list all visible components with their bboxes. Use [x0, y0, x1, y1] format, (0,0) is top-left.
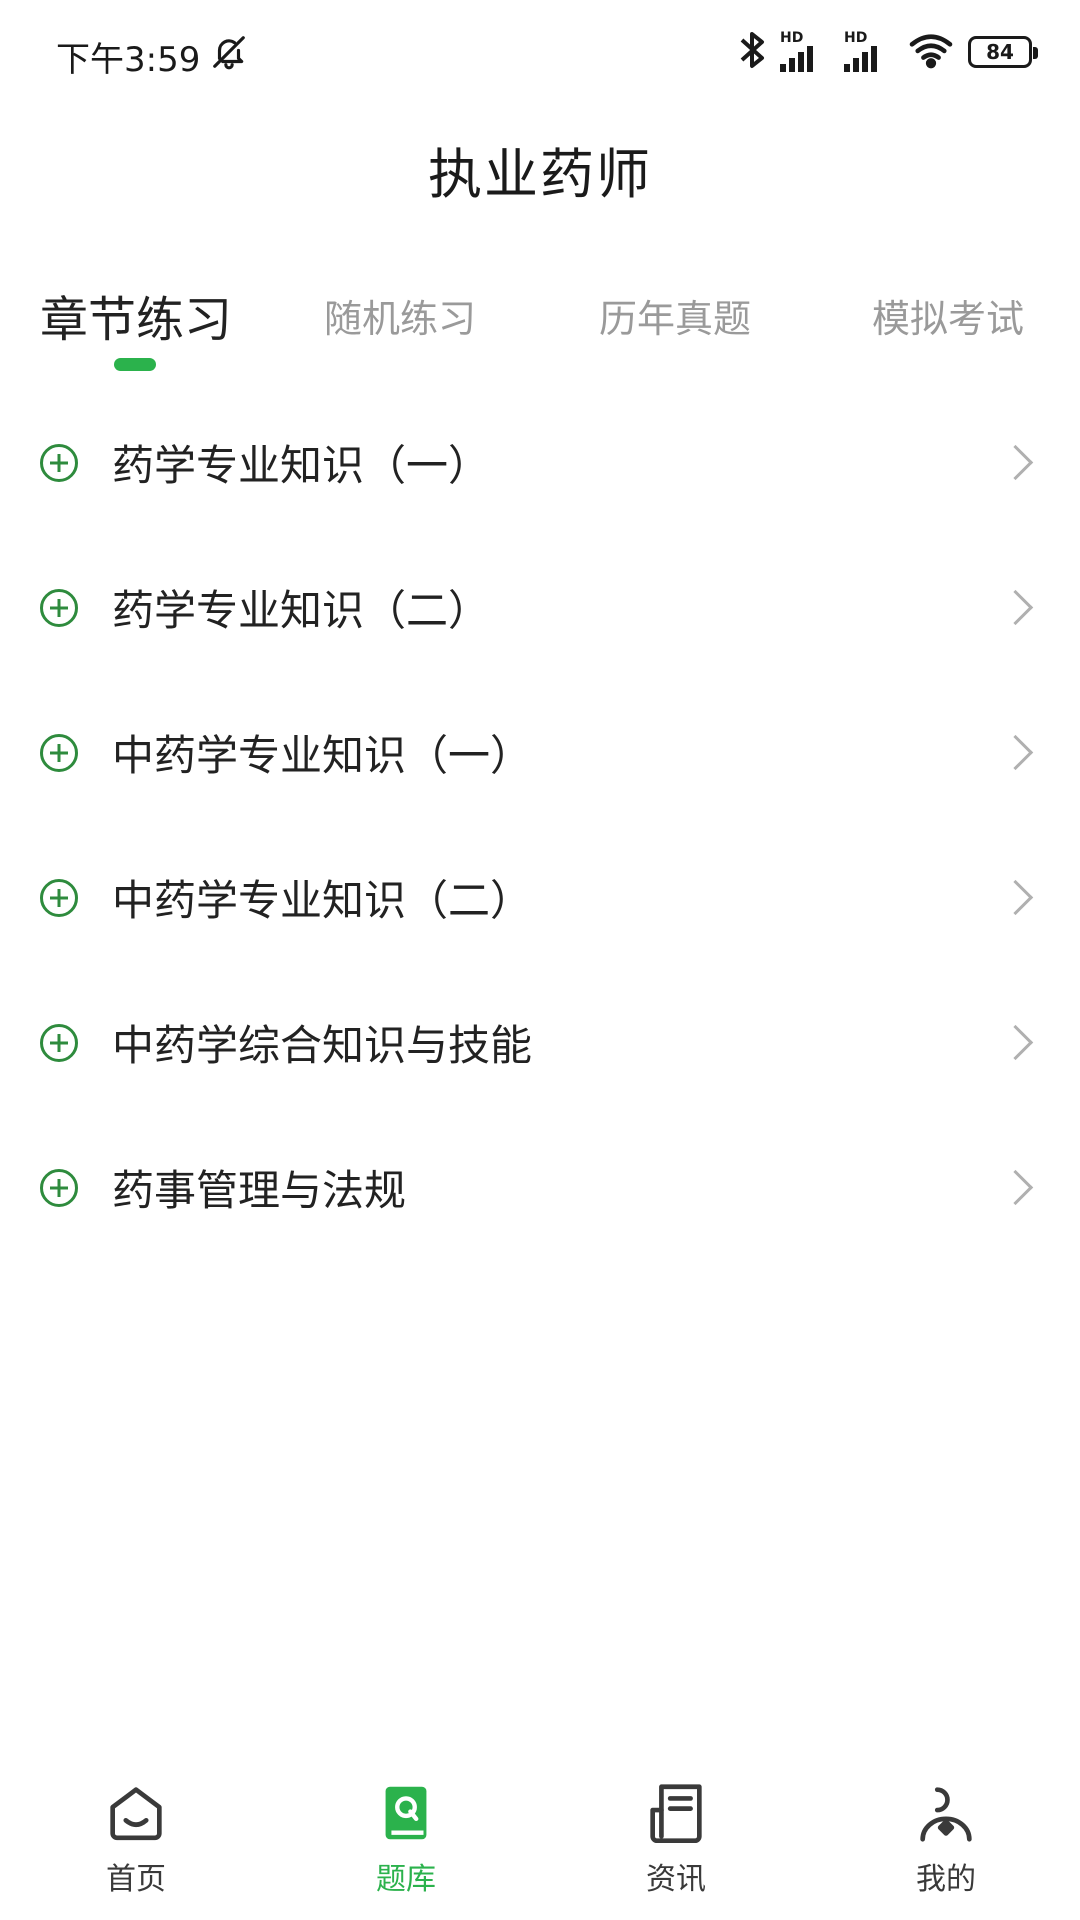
- chapter-label: 药学专业知识（一）: [112, 441, 491, 490]
- battery-level: 84: [986, 40, 1014, 64]
- page-title: 执业药师: [428, 143, 652, 206]
- wifi-icon: [908, 31, 954, 73]
- tab-chapter-practice[interactable]: 章节练习: [36, 280, 236, 350]
- nav-label: 首页: [106, 1862, 166, 1897]
- chevron-right-icon: [997, 879, 1034, 916]
- chapter-label: 药事管理与法规: [112, 1166, 407, 1215]
- chapter-label: 中药学专业知识（一）: [112, 731, 533, 780]
- tab-mock-exam[interactable]: 模拟考试: [848, 280, 1048, 350]
- hd-label: HD: [780, 30, 804, 46]
- chapter-label: 中药学专业知识（二）: [112, 876, 533, 925]
- tab-past-exams[interactable]: 历年真题: [575, 280, 775, 350]
- list-item[interactable]: 药学专业知识（一）: [0, 390, 1080, 535]
- bottom-nav: 首页 题库 资讯 我的: [0, 1760, 1080, 1920]
- tab-bar: 章节练习 随机练习 历年真题 模拟考试: [0, 280, 1080, 390]
- chevron-right-icon: [997, 734, 1034, 771]
- status-right: HD HD 84: [738, 30, 1038, 74]
- plus-circle-icon[interactable]: [40, 878, 78, 917]
- home-icon: [110, 1787, 162, 1841]
- nav-item-news[interactable]: 资讯: [576, 1760, 776, 1920]
- status-time: 下午3:59: [56, 40, 201, 80]
- nav-label: 我的: [916, 1862, 976, 1897]
- profile-icon: [920, 1787, 972, 1842]
- chevron-right-icon: [997, 589, 1034, 626]
- nav-item-question-bank[interactable]: 题库: [306, 1760, 506, 1920]
- list-item[interactable]: 药学专业知识（二）: [0, 535, 1080, 680]
- hd-label: HD: [844, 30, 868, 46]
- chapter-list: 药学专业知识（一） 药学专业知识（二） 中药学专业知识（一） 中药学专业知识（二…: [0, 390, 1080, 1260]
- nav-item-profile[interactable]: 我的: [846, 1760, 1046, 1920]
- chapter-label: 中药学综合知识与技能: [112, 1021, 533, 1070]
- chevron-right-icon: [997, 444, 1034, 481]
- plus-circle-icon[interactable]: [40, 1023, 78, 1062]
- chevron-right-icon: [997, 1024, 1034, 1061]
- chevron-right-icon: [997, 1169, 1034, 1206]
- nav-item-home[interactable]: 首页: [36, 1760, 236, 1920]
- list-item[interactable]: 中药学专业知识（一）: [0, 680, 1080, 825]
- list-item[interactable]: 中药学综合知识与技能: [0, 970, 1080, 1115]
- list-item[interactable]: 中药学专业知识（二）: [0, 825, 1080, 970]
- cellular-signal-icon-2: HD: [844, 30, 894, 72]
- nav-label: 资讯: [646, 1862, 706, 1897]
- list-item[interactable]: 药事管理与法规: [0, 1115, 1080, 1260]
- tab-indicator: [114, 358, 156, 371]
- cellular-signal-icon-1: HD: [780, 30, 830, 72]
- question-bank-icon: [385, 1786, 427, 1840]
- plus-circle-icon[interactable]: [40, 443, 78, 482]
- plus-circle-icon[interactable]: [40, 1168, 78, 1207]
- status-bar: 下午3:59 HD HD 84: [0, 0, 1080, 110]
- tab-random-practice[interactable]: 随机练习: [300, 280, 500, 350]
- status-left: 下午3:59: [56, 32, 248, 81]
- bluetooth-icon: [738, 30, 766, 74]
- plus-circle-icon[interactable]: [40, 588, 78, 627]
- mute-icon: [210, 33, 248, 80]
- plus-circle-icon[interactable]: [40, 733, 78, 772]
- chapter-label: 药学专业知识（二）: [112, 586, 491, 635]
- battery-icon: 84: [968, 36, 1038, 68]
- news-icon: [650, 1784, 702, 1844]
- nav-label: 题库: [376, 1862, 436, 1897]
